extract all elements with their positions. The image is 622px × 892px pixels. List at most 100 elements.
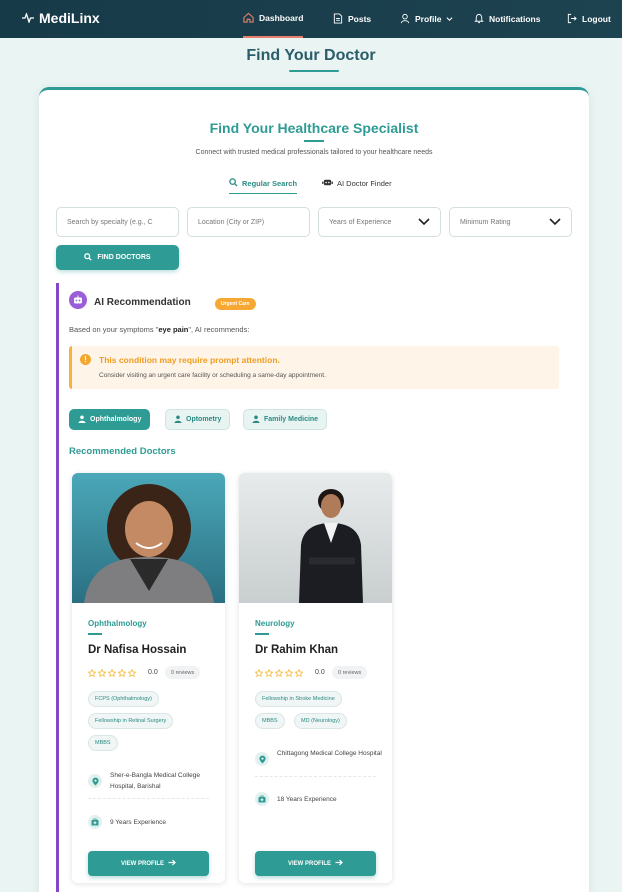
nav-posts[interactable]: Posts	[333, 0, 371, 38]
rating-select-value: Minimum Rating	[460, 218, 511, 226]
top-navbar: MediLinx Dashboard Posts Profile Notific…	[0, 0, 622, 38]
nav-posts-label: Posts	[348, 14, 372, 24]
card-title: Find Your Healthcare Specialist	[209, 120, 419, 136]
user-doctor-icon	[252, 415, 260, 425]
ai-desc-suffix: ", AI recommends:	[188, 325, 250, 334]
rating-value: 0.0	[315, 669, 325, 676]
card-title-underline	[304, 140, 324, 142]
ai-description: Based on your symptoms "eye pain", AI re…	[69, 325, 249, 334]
specialty-chip-label: Optometry	[186, 416, 222, 423]
home-icon	[243, 12, 254, 25]
card-subtitle: Connect with trusted medical professiona…	[195, 149, 433, 156]
doctor-experience: 18 Years Experience	[277, 796, 337, 803]
search-icon	[84, 252, 93, 263]
doctor-specialty: Neurology	[255, 619, 295, 628]
specialty-chip-label: Family Medicine	[264, 416, 319, 423]
page-title: Find Your Doctor	[246, 47, 376, 64]
find-doctors-button[interactable]: FIND DOCTORS	[56, 245, 179, 270]
bell-icon	[474, 13, 484, 26]
user-doctor-icon	[78, 415, 86, 425]
star-icon	[118, 669, 126, 677]
brand-name: MediLinx	[39, 10, 100, 26]
ai-desc-prefix: Based on your symptoms "	[69, 325, 159, 334]
alert-text: Consider visiting an urgent care facilit…	[99, 372, 326, 379]
robot-icon	[322, 178, 333, 189]
urgency-alert: ! This condition may require prompt atte…	[69, 346, 559, 389]
chevron-down-icon	[418, 217, 430, 228]
briefcase-medical-icon	[255, 792, 269, 806]
location-placeholder: Location (City or ZIP)	[198, 218, 265, 226]
recommended-doctors-title: Recommended Doctors	[69, 446, 176, 457]
symptom-text: eye pain	[158, 325, 189, 334]
find-doctors-label: FIND DOCTORS	[97, 254, 151, 261]
experience-select-value: Years of Experience	[329, 218, 392, 226]
doctor-card[interactable]: Ophthalmology Dr Nafisa Hossain 0.0 0 re…	[72, 473, 225, 883]
nav-dashboard[interactable]: Dashboard	[243, 0, 304, 38]
star-icon	[285, 669, 293, 677]
brand-logo[interactable]: MediLinx	[22, 10, 100, 26]
experience-select[interactable]: Years of Experience	[318, 207, 441, 237]
qualification-tag: Fellowship in Stroke Medicine	[255, 691, 342, 707]
specialty-underline	[255, 633, 269, 635]
qualification-tag: MBBS	[255, 713, 285, 729]
logout-icon	[567, 13, 577, 26]
document-icon	[333, 12, 343, 26]
search-icon	[229, 178, 238, 189]
doctor-hospital: Sher-e-Bangla Medical College Hospital, …	[110, 772, 200, 790]
specialty-chip-optometry[interactable]: Optometry	[165, 409, 231, 430]
doctor-card[interactable]: Neurology Dr Rahim Khan 0.0 0 reviews Fe…	[239, 473, 392, 883]
ai-recommendation-panel: AI Recommendation Urgent Care Based on y…	[56, 283, 573, 892]
chevron-down-icon	[549, 217, 561, 228]
star-icon	[98, 669, 106, 677]
specialty-underline	[88, 633, 102, 635]
qualification-tag: MD (Neurology)	[294, 713, 347, 729]
nav-notifications[interactable]: Notifications	[474, 0, 540, 38]
rating-stars	[88, 669, 136, 677]
arrow-right-icon	[168, 859, 176, 868]
doctor-experience: 9 Years Experience	[110, 819, 167, 826]
rating-stars	[255, 669, 303, 677]
view-profile-label: VIEW PROFILE	[120, 860, 164, 867]
urgent-care-badge: Urgent Care	[215, 298, 256, 310]
specialty-chip-ophthalmology[interactable]: Ophthalmology	[69, 409, 151, 430]
nav-notifications-label: Notifications	[489, 14, 541, 24]
location-input[interactable]: Location (City or ZIP)	[187, 207, 310, 237]
doctor-hospital: Chittagong Medical College Hospital	[277, 750, 382, 757]
reviews-count: 0 reviews	[332, 666, 368, 679]
user-icon	[400, 13, 410, 26]
search-card: Find Your Healthcare Specialist Connect …	[39, 87, 589, 892]
star-icon	[88, 669, 96, 677]
rating-select[interactable]: Minimum Rating	[449, 207, 572, 237]
tab-regular-search-label: Regular Search	[242, 179, 298, 188]
doctor-photo	[72, 473, 225, 603]
title-underline	[289, 70, 339, 72]
tab-ai-doctor-finder-label: AI Doctor Finder	[337, 179, 392, 188]
nav-logout-label: Logout	[582, 14, 611, 24]
nav-logout[interactable]: Logout	[567, 0, 611, 38]
robot-icon	[69, 291, 87, 309]
star-icon	[108, 669, 116, 677]
star-icon	[265, 669, 273, 677]
alert-title: This condition may require prompt attent…	[99, 355, 280, 365]
nav-profile[interactable]: Profile	[400, 0, 453, 38]
ai-title: AI Recommendation	[94, 297, 191, 308]
briefcase-medical-icon	[88, 815, 102, 829]
specialty-search-input[interactable]: Search by specialty (e.g., C	[56, 207, 179, 237]
tab-ai-doctor-finder[interactable]: AI Doctor Finder	[322, 178, 392, 189]
reviews-count: 0 reviews	[165, 666, 201, 679]
qualification-tag: Fellowship in Retinal Surgery	[88, 713, 174, 729]
view-profile-label: VIEW PROFILE	[287, 860, 331, 867]
doctor-photo	[239, 473, 392, 603]
specialty-chip-family-medicine[interactable]: Family Medicine	[243, 409, 328, 430]
rating-value: 0.0	[148, 669, 158, 676]
doctor-name: Dr Nafisa Hossain	[88, 644, 187, 656]
user-doctor-icon	[174, 415, 182, 425]
pulse-icon	[22, 10, 34, 26]
view-profile-button[interactable]: VIEW PROFILE	[88, 851, 209, 876]
view-profile-button[interactable]: VIEW PROFILE	[255, 851, 376, 876]
star-icon	[255, 669, 263, 677]
location-pin-icon	[255, 752, 269, 766]
qualification-tag: FCPS (Ophthalmology)	[88, 691, 159, 707]
tab-regular-search[interactable]: Regular Search	[229, 178, 298, 194]
star-icon	[275, 669, 283, 677]
